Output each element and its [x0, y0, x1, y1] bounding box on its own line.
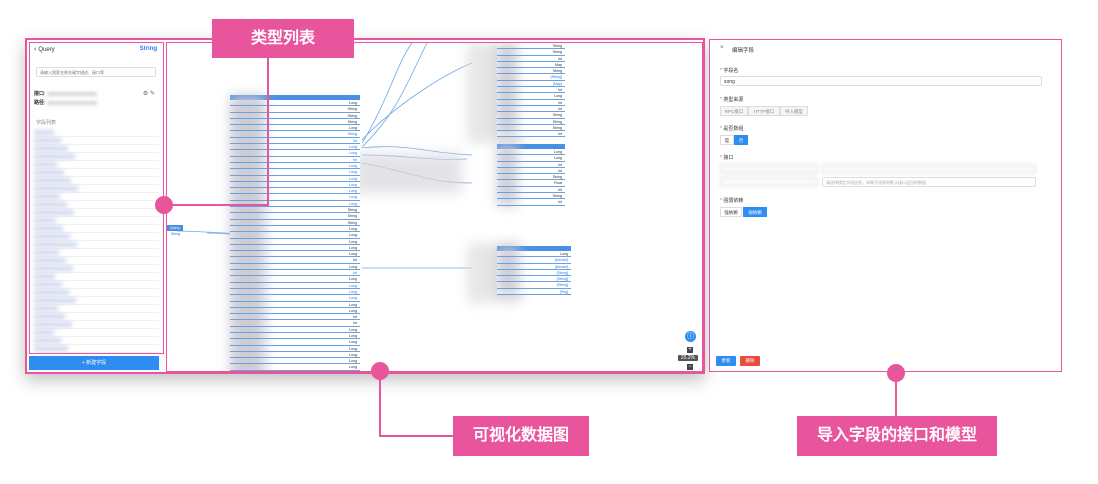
list-item[interactable]	[34, 297, 159, 305]
callout-line	[267, 58, 269, 206]
type-table-top[interactable]: String String Int Map String [String] [Map] Int…	[497, 43, 565, 138]
is-array-yes[interactable]: 是	[720, 135, 734, 145]
zoom-in-button[interactable]: +	[687, 347, 693, 353]
close-icon[interactable]: ×	[720, 45, 724, 51]
app-screenshot: ‹Query String 接口: 路径: ⚙ ✎ 字段列表 + 新建字段	[25, 38, 705, 374]
callout-line	[895, 378, 897, 416]
callout-visual-graph: 可视化数据图	[453, 416, 589, 456]
list-item[interactable]	[34, 281, 159, 289]
back-link[interactable]: ‹ Query	[34, 46, 55, 53]
table-row[interactable]: Int	[497, 131, 565, 138]
path-info: 路径:	[34, 99, 98, 106]
query-node[interactable]: Query	[167, 225, 183, 231]
chevron-left-icon: ‹	[34, 46, 37, 53]
list-item[interactable]	[34, 233, 159, 241]
interface-select-1[interactable]	[720, 164, 818, 174]
table-row[interactable]: Int	[230, 371, 360, 372]
table-row[interactable]: [Pkg]	[497, 289, 571, 296]
edge	[176, 230, 228, 234]
field-name-input[interactable]: song	[720, 76, 1042, 86]
type-name: String	[139, 46, 157, 52]
strong-dependency[interactable]: 强依赖	[720, 207, 742, 217]
list-item[interactable]	[34, 177, 159, 185]
list-item[interactable]	[34, 153, 159, 161]
info-icon[interactable]: ⓘ	[685, 331, 696, 342]
edge	[361, 62, 473, 141]
list-item[interactable]	[34, 209, 159, 217]
list-item[interactable]	[34, 273, 159, 281]
list-item[interactable]	[34, 225, 159, 233]
list-item[interactable]	[34, 265, 159, 273]
list-item[interactable]	[34, 217, 159, 225]
list-item[interactable]	[34, 305, 159, 313]
field-list-label: 字段列表	[36, 120, 57, 126]
add-field-button[interactable]: + 新建字段	[29, 356, 159, 370]
field-name-label: 字段名	[720, 67, 738, 74]
list-item[interactable]	[34, 201, 159, 209]
zoom-out-button[interactable]: −	[687, 364, 693, 370]
edit-field-panel: × 编辑字段 字段名 song 类型来源 RPC接口 HTTP接口 导入模型 是…	[709, 39, 1062, 372]
list-item[interactable]	[34, 321, 159, 329]
strong-weak-label: 强弱依赖	[720, 197, 743, 204]
callout-line	[166, 204, 268, 206]
list-item[interactable]	[34, 257, 159, 265]
edge	[361, 43, 428, 148]
type-source-model[interactable]: 导入模型	[780, 106, 808, 116]
type-source-rpc[interactable]: RPC接口	[720, 106, 748, 116]
list-item[interactable]	[34, 289, 159, 297]
zoom-level: 25.2%	[677, 355, 698, 361]
gear-icon[interactable]: ⚙	[143, 91, 148, 97]
panel-title: 编辑字段	[732, 48, 755, 54]
callout-type-list: 类型列表	[212, 19, 354, 58]
type-table-mid[interactable]: Long Long Int Int String Float Int String Int	[497, 144, 565, 206]
interface-label: 接口	[720, 154, 733, 161]
type-table-main[interactable]: Long String String String Long String Int Long L…	[230, 95, 360, 372]
type-source-label: 类型来源	[720, 96, 743, 103]
type-source-http[interactable]: HTTP接口	[748, 106, 780, 116]
panel-actions: ⚙ ✎	[143, 90, 155, 97]
list-item[interactable]	[34, 313, 159, 321]
interface-info: 接口:	[34, 90, 98, 97]
list-item[interactable]	[34, 337, 159, 345]
callout-dot	[155, 196, 173, 214]
query-node-type: String	[171, 232, 181, 236]
list-item[interactable]	[34, 185, 159, 193]
visual-data-graph[interactable]: Long String String String Long String Int Long L…	[166, 42, 703, 372]
list-item[interactable]	[34, 145, 159, 153]
list-item[interactable]	[34, 193, 159, 201]
table-row[interactable]: Int	[497, 199, 565, 206]
list-item[interactable]	[34, 161, 159, 169]
list-item[interactable]	[34, 137, 159, 145]
callout-line	[379, 435, 453, 437]
edit-icon[interactable]: ✎	[150, 91, 155, 97]
interface-select-2[interactable]	[822, 164, 1036, 174]
model-select[interactable]	[720, 177, 818, 187]
callout-import-field: 导入字段的接口和模型	[797, 416, 997, 456]
list-item[interactable]	[34, 345, 159, 353]
delete-button[interactable]: 删除	[740, 356, 760, 366]
search-input[interactable]	[36, 67, 156, 77]
is-array-label: 是否数组	[720, 125, 743, 132]
list-item[interactable]	[34, 169, 159, 177]
list-item[interactable]	[34, 129, 159, 137]
edge	[361, 43, 413, 144]
list-item[interactable]	[34, 249, 159, 257]
model-field-select[interactable]: 请选择模型字段信息，如果不选择则默认接口返回的数据	[822, 177, 1036, 187]
save-button[interactable]: 更新	[716, 356, 736, 366]
weak-dependency[interactable]: 弱依赖	[743, 207, 767, 217]
list-item[interactable]	[34, 329, 159, 337]
is-array-no[interactable]: 否	[734, 135, 748, 145]
callout-line	[379, 375, 381, 437]
field-list-panel: ‹Query String 接口: 路径: ⚙ ✎ 字段列表	[29, 42, 164, 354]
list-item[interactable]	[34, 241, 159, 249]
type-table-bottom[interactable]: Long [Abcdef] [Abcdef] [String] [String] [Str…	[497, 246, 571, 296]
